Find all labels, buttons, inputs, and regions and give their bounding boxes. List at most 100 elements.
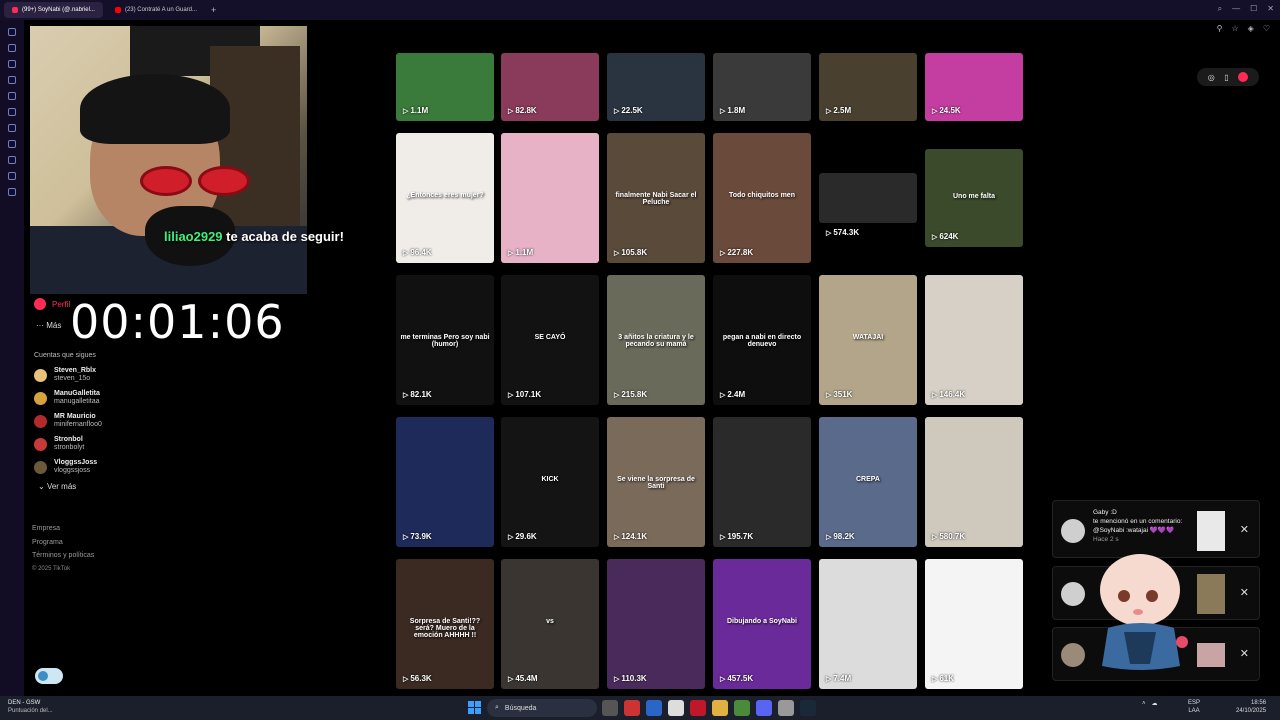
video-thumbnail[interactable]: 73.9K [396,417,494,547]
video-thumbnail[interactable]: 110.3K [607,559,705,689]
sidebar-app-icon[interactable] [8,156,16,164]
video-thumbnail[interactable]: 195.7K [713,417,811,547]
video-thumbnail[interactable]: 61K [925,559,1023,689]
footer-link-empresa[interactable]: Empresa [32,522,94,536]
system-tray: ˄ ☁ [1142,700,1158,708]
video-thumbnail[interactable]: SE CAYÓ 107.1K [501,275,599,405]
video-thumbnail[interactable]: 22.5K [607,53,705,121]
video-thumbnail[interactable]: WATAJAI 351K [819,275,917,405]
video-thumbnail[interactable]: vs 45.4M [501,559,599,689]
app-icon[interactable] [668,700,684,716]
video-thumbnail[interactable]: me terminas Pero soy nabi (humor) 82.1K [396,275,494,405]
video-thumbnail[interactable]: 82.8K [501,53,599,121]
toggle-switch[interactable] [35,668,63,684]
app-icon[interactable] [624,700,640,716]
app-icon[interactable] [778,700,794,716]
video-thumbnail[interactable]: 1.1M [501,133,599,263]
search-icon[interactable]: ⌕ [1218,4,1222,14]
steam-icon[interactable] [800,700,816,716]
video-thumbnail[interactable]: finalmente Nabi Sacar el Peluche 105.8K [607,133,705,263]
chevron-up-icon[interactable]: ˄ [1142,701,1146,707]
nav-mas[interactable]: ··· Más [36,321,61,330]
sidebar-app-icon[interactable] [8,172,16,180]
sidebar-app-icon[interactable] [8,44,16,52]
video-view-count: 107.1K [508,390,541,399]
minecraft-icon[interactable] [734,700,750,716]
video-thumbnail[interactable]: ¿Entonces eres mujer? 96.4K [396,133,494,263]
video-thumbnail[interactable]: Todo chiquitos men 227.8K [713,133,811,263]
app-icon[interactable] [646,700,662,716]
folder-icon[interactable] [712,700,728,716]
video-thumbnail[interactable]: Dibujando a SoyNabi 457.5K [713,559,811,689]
video-thumbnail[interactable]: 3 añitos la criatura y le pecando su mam… [607,275,705,405]
video-thumbnail[interactable]: CREPA 98.2K [819,417,917,547]
sidebar-app-icon[interactable] [8,124,16,132]
following-account[interactable]: Steven_Rblx steven_15o [34,367,154,383]
language-indicator[interactable]: ESP LAA [1188,699,1200,715]
following-account[interactable]: Stronbol stronbolyt [34,436,154,452]
follow-alert-user: liliao2929 [164,229,223,244]
notification-time: Hace 2 s [1093,536,1119,543]
shield-icon[interactable]: ◈ [1248,24,1254,33]
notification-avatar [1061,643,1085,667]
minimize-button[interactable]: — [1232,4,1240,14]
sidebar-app-icon[interactable] [8,76,16,84]
video-thumbnail[interactable]: 146.4K [925,275,1023,405]
video-thumbnail[interactable]: 7.4M [819,559,917,689]
video-thumbnail[interactable]: 580.7K [925,417,1023,547]
avatar [34,391,47,405]
video-thumbnail[interactable]: 24.5K [925,53,1023,121]
heart-icon[interactable]: ♡ [1263,24,1270,33]
video-thumbnail[interactable]: 574.3K [819,173,917,237]
account-handle: manugalletitaa [54,398,100,405]
sidebar-app-icon[interactable] [8,140,16,148]
video-thumbnail[interactable]: 2.5M [819,53,917,121]
close-icon[interactable]: ✕ [1240,523,1249,536]
weather-subtitle: Puntuación del... [8,708,53,714]
footer-link-terminos[interactable]: Términos y políticas [32,549,94,563]
weather-widget[interactable]: DEN - GSW Puntuación del... [8,699,53,715]
new-tab-button[interactable]: + [211,5,216,15]
video-view-count: 22.5K [614,106,642,115]
video-view-count: 56.3K [403,674,431,683]
video-thumbnail[interactable]: pegan a nabi en directo denuevo 2.4M [713,275,811,405]
following-account[interactable]: ManuGalletita manugalletitaa [34,390,154,406]
video-thumbnail[interactable]: Se viene la sorpresa de Santi 124.1K [607,417,705,547]
following-account[interactable]: VloggssJoss vloggssjoss [34,459,154,475]
following-account[interactable]: MR Mauricio minifernanfloo0 [34,413,154,429]
taskbar-search[interactable]: ⌕ Búsqueda [487,699,597,717]
close-window-button[interactable]: ✕ [1267,4,1274,14]
close-icon[interactable]: ✕ [1240,586,1249,599]
sidebar-app-icon[interactable] [8,92,16,100]
video-thumbnail[interactable]: Uno me falta 624K [925,149,1023,247]
video-thumbnail[interactable]: 1.8M [713,53,811,121]
phone-icon[interactable]: ▯ [1224,73,1228,82]
video-thumbnail[interactable]: Sorpresa de Santi!?? será? Muero de la e… [396,559,494,689]
taskbar-clock[interactable]: 18:56 24/10/2025 [1236,699,1266,715]
compass-icon[interactable]: ◎ [1208,73,1215,82]
sidebar-app-icon[interactable] [8,60,16,68]
maximize-button[interactable]: ☐ [1250,4,1257,14]
cloud-icon[interactable]: ☁ [1152,700,1158,707]
video-thumbnail[interactable]: 1.1M [396,53,494,121]
close-icon[interactable]: ✕ [1240,647,1249,660]
sidebar-app-icon[interactable] [8,188,16,196]
windows-start-icon[interactable] [468,701,481,714]
tab-soynabi[interactable]: (99+) SoyNabi (@.nabriel... [4,2,103,18]
discord-icon[interactable] [756,700,772,716]
notification-message: te mencionó en un comentario: @SoyNabi :… [1093,518,1183,534]
ver-mas-button[interactable]: ⌄ Ver más [38,482,154,491]
pin-icon[interactable]: ⚲ [1217,24,1223,33]
task-view-icon[interactable] [602,700,618,716]
live-avatar[interactable] [1238,72,1249,82]
sidebar-app-icon[interactable] [8,28,16,36]
nav-perfil[interactable]: Perfil [34,298,70,310]
video-thumbnail[interactable]: KICK 29.6K [501,417,599,547]
bookmark-icon[interactable]: ☆ [1232,24,1239,33]
opera-icon[interactable] [690,700,706,716]
tab-youtube[interactable]: (23) Contraté A un Guard... [107,2,205,18]
sidebar-app-icon[interactable] [8,108,16,116]
video-view-count: 624K [932,232,958,241]
video-caption: Dibujando a SoyNabi [726,617,797,625]
footer-link-programa[interactable]: Programa [32,536,94,550]
